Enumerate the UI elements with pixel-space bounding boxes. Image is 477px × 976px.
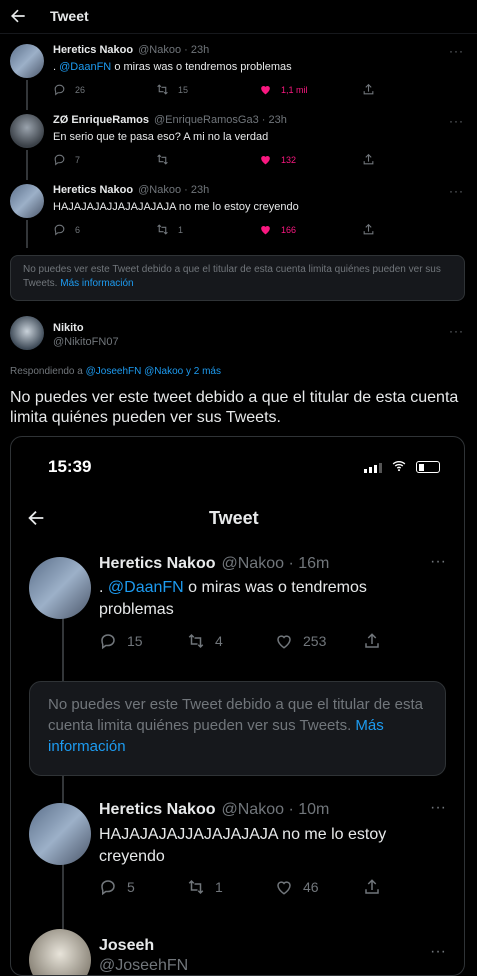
author-name[interactable]: Heretics Nakoo bbox=[99, 801, 216, 819]
retweet-button[interactable]: 4 bbox=[187, 632, 275, 650]
top-bar: Tweet bbox=[0, 0, 477, 34]
reply-icon bbox=[54, 84, 65, 96]
author-handle: @Nakoo · 16m bbox=[221, 555, 330, 572]
reply-button[interactable]: 26 bbox=[53, 83, 156, 96]
more-info-link[interactable]: Más información bbox=[60, 278, 133, 289]
heart-filled-icon bbox=[261, 225, 270, 235]
retweet-icon bbox=[157, 224, 168, 235]
share-icon bbox=[363, 83, 374, 95]
heart-icon bbox=[277, 635, 291, 649]
author-handle: @Nakoo · 23h bbox=[138, 184, 210, 196]
retweet-button[interactable]: 1 bbox=[156, 223, 259, 236]
like-button[interactable]: 253 bbox=[275, 632, 363, 650]
tweet-text: HAJAJAJAJJAJAJAJAJA no me lo estoy creyen… bbox=[99, 826, 387, 865]
replying-to-link[interactable]: @JoseehFN @Nakoo y 2 más bbox=[86, 366, 221, 377]
tweet[interactable]: Heretics Nakoo @Nakoo · 23h ··· HAJAJAJA… bbox=[0, 180, 477, 248]
like-button[interactable]: 1,1 mil bbox=[259, 83, 362, 96]
share-icon bbox=[363, 223, 374, 235]
heart-filled-icon bbox=[261, 155, 270, 165]
share-icon bbox=[365, 879, 379, 894]
share-button[interactable] bbox=[363, 878, 451, 896]
page-title: Tweet bbox=[209, 508, 259, 528]
like-button[interactable]: 132 bbox=[259, 153, 362, 166]
tweet-text: . @DaanFN o miras was o tendremos proble… bbox=[53, 61, 292, 73]
heart-icon bbox=[277, 881, 291, 895]
signal-icon bbox=[364, 459, 440, 473]
tweet-text: En serio que te pasa eso? A mi no la ver… bbox=[53, 131, 269, 143]
retweet-icon bbox=[188, 879, 204, 895]
tweet-text: HAJAJAJAJJAJAJAJAJA no me lo estoy creye… bbox=[53, 201, 299, 213]
back-arrow-icon[interactable] bbox=[8, 6, 28, 26]
heart-filled-icon bbox=[261, 85, 270, 95]
like-button[interactable]: 46 bbox=[275, 878, 363, 896]
author-handle[interactable]: @NikitoFN07 bbox=[53, 336, 119, 348]
tweet-text: . @DaanFN o miras was o tendremos problem… bbox=[99, 579, 367, 618]
avatar[interactable] bbox=[29, 803, 91, 865]
author-handle: @JoseehFN bbox=[99, 957, 189, 974]
retweet-button[interactable] bbox=[156, 153, 259, 166]
reply-button[interactable]: 5 bbox=[99, 878, 187, 896]
author-name[interactable]: Heretics Nakoo bbox=[53, 44, 133, 56]
main-tweet-text: No puedes ver este tweet debido a que el… bbox=[10, 389, 459, 426]
reply-button[interactable]: 7 bbox=[53, 153, 156, 166]
reply-icon bbox=[54, 154, 65, 166]
retweet-button[interactable]: 15 bbox=[156, 83, 259, 96]
more-options-icon[interactable]: ··· bbox=[430, 944, 446, 960]
thread-line bbox=[62, 615, 64, 681]
avatar[interactable] bbox=[29, 557, 91, 619]
reply-icon bbox=[54, 224, 65, 236]
retweet-icon bbox=[157, 84, 168, 95]
share-button[interactable] bbox=[362, 223, 465, 236]
avatar[interactable] bbox=[10, 184, 44, 218]
attached-image[interactable]: 15:39 Tweet Heretics Nakoo @Nakoo · 16m … bbox=[10, 436, 465, 976]
reply-icon bbox=[101, 880, 115, 896]
avatar[interactable] bbox=[10, 44, 44, 78]
more-options-icon[interactable]: ··· bbox=[430, 554, 446, 570]
more-options-icon[interactable]: ··· bbox=[449, 45, 463, 57]
share-button[interactable] bbox=[362, 83, 465, 96]
wifi-icon bbox=[392, 461, 406, 472]
share-button[interactable] bbox=[363, 632, 451, 650]
thread-line bbox=[62, 863, 64, 929]
more-options-icon[interactable]: ··· bbox=[449, 325, 463, 337]
like-button[interactable]: 166 bbox=[259, 223, 362, 236]
author-handle: @Nakoo · 10m bbox=[221, 801, 330, 818]
share-icon bbox=[363, 153, 374, 165]
retweet-icon bbox=[157, 154, 168, 165]
author-name[interactable]: Nikito bbox=[53, 322, 84, 334]
restricted-tweet-notice: No puedes ver este Tweet debido a que el… bbox=[10, 255, 465, 301]
retweet-icon bbox=[188, 633, 204, 649]
author-name[interactable]: ZØ EnriqueRamos bbox=[53, 114, 149, 126]
reply-button[interactable]: 6 bbox=[53, 223, 156, 236]
author-handle: @EnriqueRamosGa3 · 23h bbox=[153, 114, 287, 126]
avatar[interactable] bbox=[29, 929, 91, 975]
author-handle: @Nakoo · 23h bbox=[138, 44, 210, 56]
reply-button[interactable]: 15 bbox=[99, 632, 187, 650]
replying-to: Respondiendo a @JoseehFN @Nakoo y 2 más bbox=[10, 366, 221, 377]
reply-icon bbox=[101, 634, 115, 650]
author-name[interactable]: Heretics Nakoo bbox=[99, 555, 216, 573]
tweet[interactable]: ZØ EnriqueRamos @EnriqueRamosGa3 · 23h ·… bbox=[0, 110, 477, 178]
back-arrow-icon[interactable] bbox=[25, 507, 47, 529]
page-title: Tweet bbox=[50, 8, 89, 24]
battery-icon bbox=[416, 461, 440, 473]
retweet-button[interactable]: 1 bbox=[187, 878, 275, 896]
more-options-icon[interactable]: ··· bbox=[449, 185, 463, 197]
mention-link[interactable]: @DaanFN bbox=[59, 61, 111, 73]
mention-link[interactable]: @DaanFN bbox=[108, 579, 184, 596]
more-options-icon[interactable]: ··· bbox=[449, 115, 463, 127]
thread-line bbox=[62, 776, 64, 806]
avatar[interactable] bbox=[10, 316, 44, 350]
status-time: 15:39 bbox=[48, 457, 92, 476]
author-name[interactable]: Heretics Nakoo bbox=[53, 184, 133, 196]
avatar[interactable] bbox=[10, 114, 44, 148]
share-icon bbox=[365, 633, 379, 648]
tweet[interactable]: Heretics Nakoo @Nakoo · 23h ··· . @DaanF… bbox=[0, 40, 477, 108]
main-tweet: Nikito @NikitoFN07 ··· Respondiendo a @J… bbox=[0, 312, 477, 432]
restricted-tweet-notice: No puedes ver este Tweet debido a que el… bbox=[29, 681, 446, 776]
more-options-icon[interactable]: ··· bbox=[430, 800, 446, 816]
author-name[interactable]: Joseeh bbox=[99, 937, 154, 955]
share-button[interactable] bbox=[362, 153, 465, 166]
